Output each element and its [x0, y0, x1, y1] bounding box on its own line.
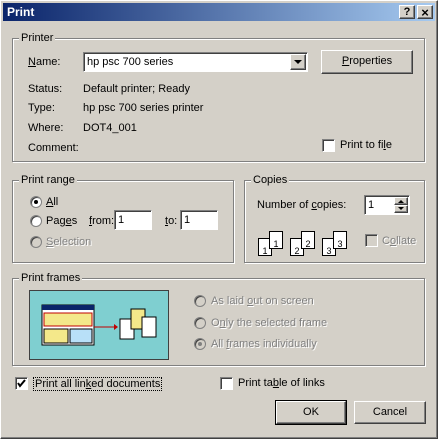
copies-spin-up[interactable] [394, 197, 408, 205]
print-table-links-label[interactable]: Print table of links [238, 377, 325, 389]
copies-spin-down[interactable] [394, 205, 408, 213]
range-pages-label[interactable]: Pages [46, 215, 77, 227]
print-to-file-checkbox[interactable] [322, 139, 335, 152]
status-label: Status: [28, 83, 63, 95]
print-dialog: Print ? × Printer Name: hp psc 700 serie… [0, 0, 438, 439]
spin-up-icon [398, 200, 404, 203]
range-all-radio[interactable] [30, 196, 42, 208]
collate-checkbox[interactable] [365, 234, 378, 247]
collate-page: 3 [333, 231, 347, 249]
properties-button[interactable]: Properties [321, 50, 413, 74]
from-value: 1 [118, 214, 125, 226]
frames-selected-label[interactable]: Only the selected frame [211, 317, 327, 329]
copies-value: 1 [368, 199, 375, 211]
collate-page: 1 [269, 231, 283, 249]
ok-button[interactable]: OK [275, 400, 347, 425]
print-table-links-checkbox[interactable] [220, 377, 233, 390]
frames-preview [29, 290, 169, 360]
chevron-down-icon [294, 60, 302, 64]
name-label: Name: [28, 56, 61, 68]
frames-all-label[interactable]: All frames individually [211, 338, 317, 350]
help-button[interactable]: ? [399, 5, 415, 19]
frames-as-laid-out-label[interactable]: As laid out on screen [211, 295, 314, 307]
range-all-label[interactable]: All [46, 196, 58, 208]
frames-all-radio[interactable] [194, 338, 206, 350]
frames-as-laid-out-radio[interactable] [194, 295, 206, 307]
printer-dropdown-arrow[interactable] [290, 54, 306, 70]
print-to-file-label[interactable]: Print to file [340, 139, 392, 151]
title-bar[interactable]: Print ? × [3, 3, 435, 21]
window-title: Print [7, 5, 35, 19]
from-input[interactable]: 1 [114, 210, 152, 230]
type-value: hp psc 700 series printer [83, 102, 204, 114]
range-pages-radio[interactable] [30, 215, 42, 227]
cancel-button[interactable]: Cancel [354, 401, 426, 424]
printer-group-label: Printer [19, 32, 56, 44]
print-frames-group-label: Print frames [19, 272, 83, 284]
checkmark-icon [17, 379, 26, 388]
type-label: Type: [28, 102, 55, 114]
status-value: Default printer; Ready [83, 83, 190, 95]
printer-name-select[interactable]: hp psc 700 series [83, 52, 308, 72]
to-input[interactable]: 1 [180, 210, 218, 230]
print-linked-label[interactable]: Print all linked documents [33, 377, 163, 391]
to-value: 1 [184, 214, 191, 226]
where-label: Where: [28, 122, 64, 134]
from-label: from: [89, 215, 115, 227]
print-range-group-label: Print range [19, 174, 77, 186]
printer-name-value: hp psc 700 series [87, 56, 174, 68]
spin-down-icon [398, 207, 404, 210]
range-selection-label[interactable]: Selection [46, 236, 91, 248]
print-linked-checkbox[interactable] [15, 377, 28, 390]
range-selection-radio[interactable] [30, 236, 42, 248]
frames-selected-radio[interactable] [194, 317, 206, 329]
copies-group-label: Copies [251, 174, 290, 186]
frames-preview-image [41, 304, 157, 346]
collate-page: 2 [301, 231, 315, 249]
comment-label: Comment: [28, 142, 79, 154]
to-label: to: [165, 215, 178, 227]
close-button[interactable]: × [417, 5, 433, 19]
where-value: DOT4_001 [83, 122, 137, 134]
number-of-copies-label: Number of copies: [257, 199, 347, 211]
collate-label[interactable]: Collate [382, 235, 416, 247]
